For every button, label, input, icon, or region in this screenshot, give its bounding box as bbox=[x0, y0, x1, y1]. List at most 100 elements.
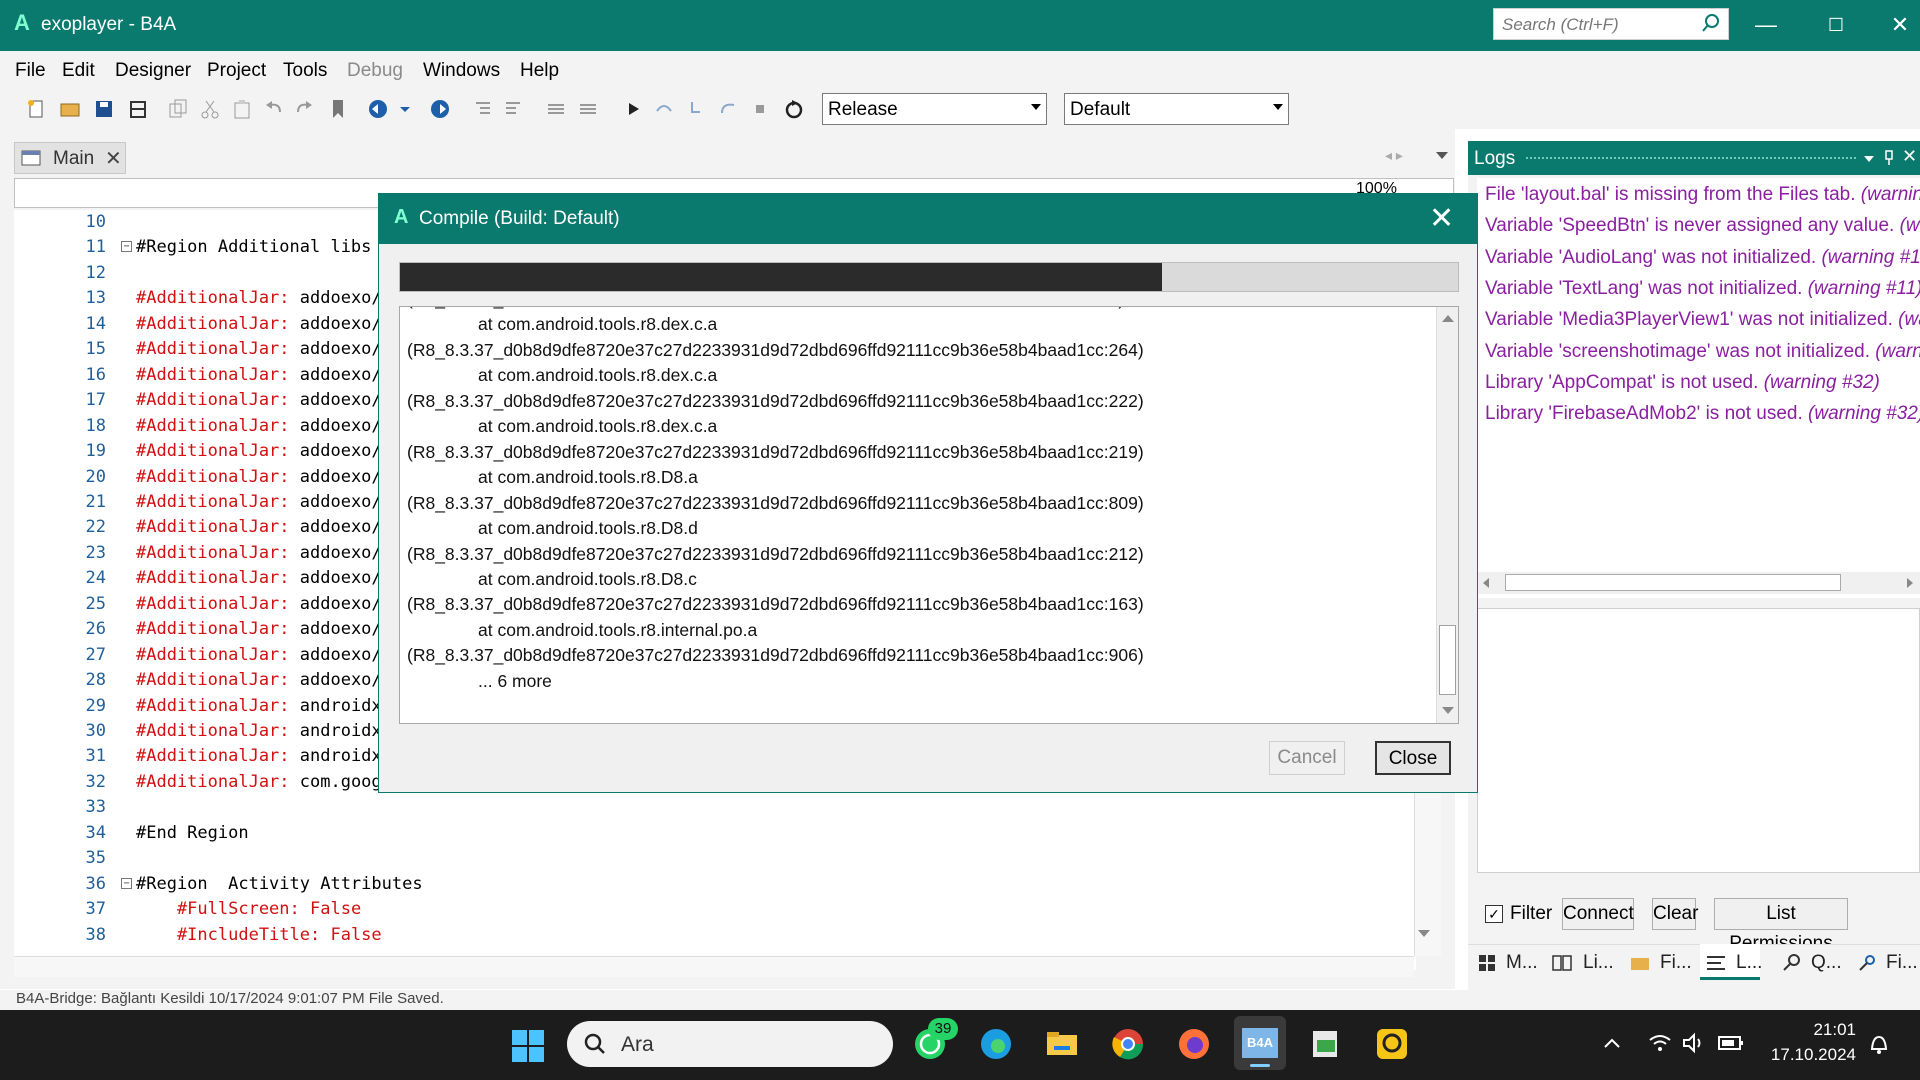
export-icon[interactable] bbox=[126, 97, 150, 121]
notification-bell-icon[interactable] bbox=[1868, 1032, 1890, 1056]
search-icon[interactable] bbox=[1700, 12, 1722, 34]
fold-toggle-icon[interactable]: − bbox=[121, 877, 132, 889]
logs-list[interactable]: File 'layout.bal' is missing from the Fi… bbox=[1477, 178, 1920, 598]
maximize-button[interactable]: ☐ bbox=[1816, 8, 1856, 42]
tab-scroll-arrows[interactable]: ◂ ▸ bbox=[1385, 147, 1403, 164]
wifi-icon[interactable] bbox=[1648, 1032, 1672, 1054]
build-target-select[interactable]: Default bbox=[1064, 93, 1289, 125]
chevron-down-icon[interactable] bbox=[398, 97, 412, 121]
code-line[interactable]: 37 #FullScreen: False bbox=[0, 899, 1400, 924]
navigate-forward-icon[interactable] bbox=[428, 97, 452, 121]
cut-icon[interactable] bbox=[198, 97, 222, 121]
copy-icon[interactable] bbox=[166, 97, 190, 121]
scroll-thumb[interactable] bbox=[1439, 625, 1456, 695]
stop-icon[interactable] bbox=[748, 97, 772, 121]
edge-browser-icon[interactable] bbox=[978, 1026, 1014, 1062]
tab-libraries[interactable]: Li... bbox=[1583, 952, 1614, 974]
clock-date[interactable]: 17.10.2024 bbox=[1740, 1045, 1856, 1065]
logs-horizontal-scrollbar[interactable] bbox=[1477, 572, 1920, 594]
log-entry[interactable]: Variable 'AudioLang' was not initialized… bbox=[1485, 247, 1920, 278]
chevron-down-icon[interactable] bbox=[1864, 156, 1874, 162]
code-line[interactable]: 33 bbox=[0, 797, 1400, 822]
uncomment-icon[interactable] bbox=[576, 97, 600, 121]
build-config-select[interactable]: Release bbox=[822, 93, 1047, 125]
app-icon[interactable] bbox=[1374, 1026, 1410, 1062]
step-over-icon[interactable] bbox=[652, 97, 676, 121]
compile-output[interactable]: (R8_8.3.37_d0b8d9dfe8720e37c27d2233931d9… bbox=[399, 306, 1459, 724]
run-icon[interactable] bbox=[622, 97, 646, 121]
clear-button[interactable]: Clear bbox=[1652, 898, 1698, 930]
scroll-left-icon[interactable] bbox=[1483, 578, 1489, 588]
close-icon[interactable]: ✕ bbox=[105, 146, 122, 171]
undo-icon[interactable] bbox=[262, 97, 286, 121]
tab-modules[interactable]: M... bbox=[1506, 952, 1538, 974]
clock-time[interactable]: 21:01 bbox=[1760, 1020, 1856, 1040]
taskbar-search[interactable]: Ara bbox=[567, 1021, 893, 1067]
tab-find[interactable]: Fi... bbox=[1886, 952, 1918, 974]
scroll-up-icon[interactable] bbox=[1442, 315, 1454, 322]
chrome-icon[interactable] bbox=[1110, 1026, 1146, 1062]
filter-checkbox[interactable]: ✓ bbox=[1485, 905, 1503, 923]
connect-button[interactable]: Connect bbox=[1562, 898, 1634, 930]
log-entry[interactable]: Library 'AppCompat' is not used. (warnin… bbox=[1485, 372, 1880, 403]
minimize-button[interactable]: — bbox=[1746, 8, 1786, 42]
open-folder-icon[interactable] bbox=[58, 97, 82, 121]
cancel-button[interactable]: Cancel bbox=[1269, 741, 1345, 775]
menu-windows[interactable]: Windows bbox=[423, 60, 500, 82]
chevron-down-icon[interactable] bbox=[1436, 152, 1448, 159]
scroll-thumb[interactable] bbox=[1505, 574, 1841, 591]
log-entry[interactable]: File 'layout.bal' is missing from the Fi… bbox=[1485, 184, 1920, 215]
save-icon[interactable] bbox=[92, 97, 116, 121]
tab-quick-search[interactable]: Q... bbox=[1811, 952, 1842, 974]
step-out-icon[interactable] bbox=[716, 97, 740, 121]
menu-debug[interactable]: Debug bbox=[347, 60, 403, 82]
outdent-icon[interactable] bbox=[502, 97, 526, 121]
close-icon[interactable]: ✕ bbox=[1902, 146, 1917, 167]
fold-toggle-icon[interactable]: − bbox=[121, 241, 132, 253]
log-entry[interactable]: Library 'FirebaseAdMob2' is not used. (w… bbox=[1485, 403, 1920, 434]
tab-logs[interactable]: L... bbox=[1736, 952, 1762, 974]
close-window-button[interactable]: ✕ bbox=[1880, 8, 1920, 42]
log-entry[interactable]: Variable 'TextLang' was not initialized.… bbox=[1485, 278, 1920, 309]
menu-edit[interactable]: Edit bbox=[62, 60, 95, 82]
chevron-up-icon[interactable] bbox=[1602, 1036, 1622, 1050]
scroll-right-icon[interactable] bbox=[1907, 578, 1913, 588]
log-entry[interactable]: Variable 'screenshotimage' was not initi… bbox=[1485, 341, 1920, 372]
drag-handle[interactable] bbox=[1526, 157, 1856, 163]
close-button[interactable]: Close bbox=[1375, 741, 1451, 775]
restart-icon[interactable] bbox=[782, 97, 806, 121]
tab-main[interactable]: Main ✕ bbox=[14, 142, 126, 174]
code-line[interactable]: 38 #IncludeTitle: False bbox=[0, 925, 1400, 950]
search-input[interactable]: Search (Ctrl+F) bbox=[1493, 8, 1729, 40]
designer-app-icon[interactable] bbox=[1308, 1026, 1344, 1062]
code-line[interactable]: 34 #End Region bbox=[0, 823, 1400, 848]
step-into-icon[interactable] bbox=[684, 97, 708, 121]
pin-icon[interactable] bbox=[1882, 149, 1896, 167]
menu-tools[interactable]: Tools bbox=[283, 60, 327, 82]
navigate-back-icon[interactable] bbox=[366, 97, 390, 121]
windows-start-icon[interactable] bbox=[510, 1028, 546, 1064]
scroll-down-icon[interactable] bbox=[1442, 707, 1454, 714]
indent-icon[interactable] bbox=[470, 97, 494, 121]
bookmark-icon[interactable] bbox=[326, 97, 350, 121]
volume-icon[interactable] bbox=[1682, 1032, 1706, 1054]
code-line[interactable]: 36 − #Region Activity Attributes bbox=[0, 874, 1400, 899]
menu-file[interactable]: File bbox=[15, 60, 46, 82]
log-entry[interactable]: Variable 'Media3PlayerView1' was not ini… bbox=[1485, 309, 1920, 340]
paste-icon[interactable] bbox=[230, 97, 254, 121]
editor-horizontal-scrollbar[interactable] bbox=[14, 956, 1414, 977]
menu-help[interactable]: Help bbox=[520, 60, 559, 82]
close-icon[interactable]: ✕ bbox=[1429, 201, 1454, 236]
code-line[interactable]: 35 bbox=[0, 848, 1400, 873]
log-entry[interactable]: Variable 'SpeedBtn' is never assigned an… bbox=[1485, 215, 1920, 246]
comment-icon[interactable] bbox=[544, 97, 568, 121]
scroll-down-icon[interactable] bbox=[1418, 930, 1430, 937]
b4a-app-icon[interactable]: B4A bbox=[1242, 1028, 1278, 1058]
new-file-icon[interactable] bbox=[24, 97, 48, 121]
firefox-icon[interactable] bbox=[1176, 1026, 1212, 1062]
list-permissions-button[interactable]: List Permissions bbox=[1714, 898, 1848, 954]
output-scrollbar[interactable] bbox=[1436, 307, 1458, 723]
menu-project[interactable]: Project bbox=[207, 60, 266, 82]
redo-icon[interactable] bbox=[292, 97, 316, 121]
menu-designer[interactable]: Designer bbox=[115, 60, 191, 82]
